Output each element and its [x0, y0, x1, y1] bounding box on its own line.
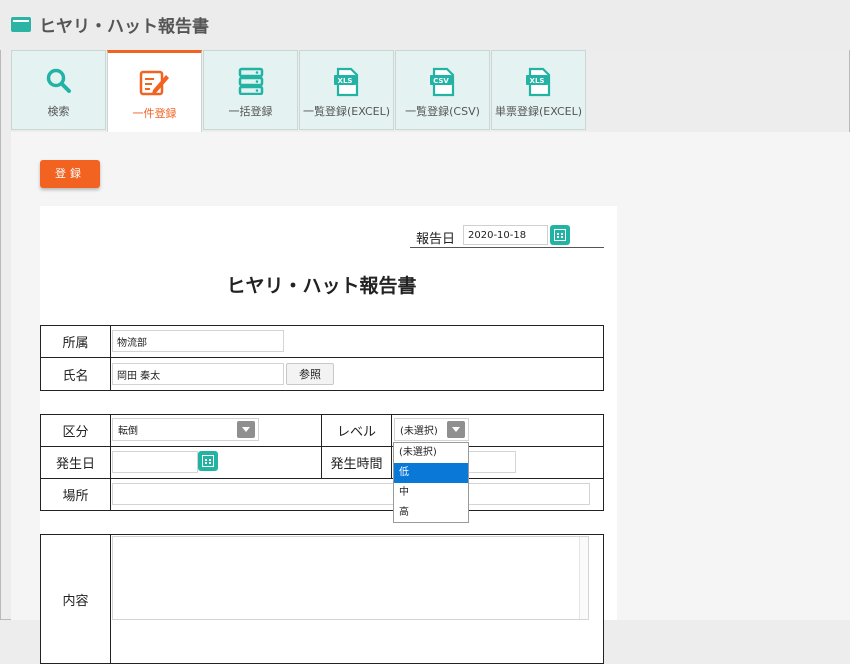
affiliation-label: 所属: [40, 325, 111, 358]
location-input[interactable]: [112, 483, 590, 505]
file-badge: CSV: [433, 77, 449, 85]
tab-label: 検索: [47, 105, 70, 118]
file-badge: XLS: [529, 77, 544, 85]
level-option-low[interactable]: 低: [394, 463, 468, 483]
occurrence-time-label: 発生時間: [321, 446, 392, 479]
report-date-label: 報告日: [416, 232, 456, 247]
level-select-value: (未選択): [400, 426, 438, 437]
level-option-unselected[interactable]: (未選択): [394, 443, 468, 463]
xls-file-icon: XLS: [333, 67, 361, 101]
content-label: 内容: [40, 534, 111, 664]
level-option-medium[interactable]: 中: [394, 483, 468, 503]
occurrence-date-label-text: 発生日: [55, 457, 95, 472]
app-header: ヒヤリ・ハット報告書: [0, 0, 850, 50]
occurrence-time-label-text: 発生時間: [330, 457, 383, 472]
report-date-underline: [410, 247, 604, 248]
tab-sheet-register-excel[interactable]: XLS 単票登録(EXCEL): [491, 50, 586, 130]
form-title: ヒヤリ・ハット報告書: [226, 275, 417, 297]
name-label-text: 氏名: [62, 368, 89, 384]
tab-label: 一覧登録(CSV): [405, 105, 480, 118]
register-button[interactable]: 登録: [40, 160, 100, 188]
category-label-text: 区分: [62, 425, 89, 440]
tab-search[interactable]: 検索: [11, 50, 106, 130]
edit-icon: [139, 69, 171, 101]
affiliation-label-text: 所属: [62, 336, 89, 351]
calendar-icon[interactable]: [198, 451, 218, 471]
chevron-down-icon[interactable]: [447, 421, 465, 438]
tab-bulk-register[interactable]: 一括登録: [203, 50, 298, 130]
tab-single-register[interactable]: 一件登録: [107, 50, 202, 132]
reference-button[interactable]: 参照: [286, 363, 334, 385]
category-select[interactable]: 転倒: [112, 418, 259, 441]
level-label-text: レベル: [336, 425, 376, 440]
database-icon: [237, 67, 265, 99]
app-window-icon: [11, 17, 31, 32]
tab-label: 一件登録: [132, 107, 177, 120]
location-label-text: 場所: [62, 489, 89, 504]
category-select-value: 転倒: [118, 426, 138, 437]
name-input[interactable]: 岡田 秦太: [112, 363, 284, 385]
calendar-icon[interactable]: [550, 225, 570, 245]
level-label: レベル: [321, 414, 392, 447]
xls-file-icon: XLS: [525, 67, 553, 101]
tab-label: 一覧登録(EXCEL): [302, 105, 391, 118]
chevron-down-icon[interactable]: [237, 421, 255, 438]
level-option-high[interactable]: 高: [394, 503, 468, 523]
content-label-text: 内容: [62, 593, 89, 609]
level-dropdown-list: (未選択) 低 中 高: [393, 442, 469, 523]
location-label: 場所: [40, 478, 111, 511]
content-textarea[interactable]: [112, 536, 589, 620]
tab-label: 単票登録(EXCEL): [494, 105, 583, 118]
tab-list-register-excel[interactable]: XLS 一覧登録(EXCEL): [299, 50, 394, 130]
file-badge: XLS: [337, 77, 352, 85]
csv-file-icon: CSV: [429, 67, 457, 101]
name-label: 氏名: [40, 357, 111, 391]
occurrence-date-label: 発生日: [40, 446, 111, 479]
tab-label: 一括登録: [228, 105, 273, 118]
affiliation-input[interactable]: 物流部: [112, 330, 284, 352]
search-icon: [45, 67, 73, 99]
tab-list-register-csv[interactable]: CSV 一覧登録(CSV): [395, 50, 490, 130]
level-select[interactable]: (未選択): [394, 418, 469, 441]
report-date-input[interactable]: 2020-10-18: [463, 225, 548, 245]
app-title: ヒヤリ・ハット報告書: [39, 17, 209, 37]
occurrence-date-input[interactable]: [112, 451, 198, 473]
category-label: 区分: [40, 414, 111, 447]
